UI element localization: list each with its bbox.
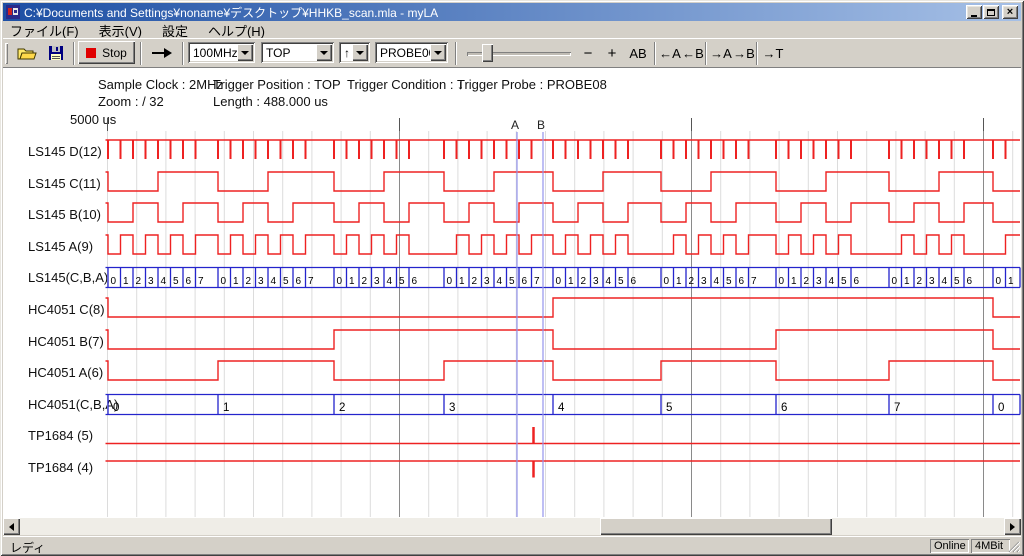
right-arrow-icon — [151, 47, 173, 59]
zoom-in-button[interactable]: + — [602, 42, 622, 64]
scrollbar-thumb[interactable] — [600, 518, 832, 535]
channel-label: HC4051(C,B,A) — [28, 397, 118, 412]
zoom-slider-thumb[interactable] — [482, 44, 493, 62]
channel-label: TP1684 (5) — [28, 428, 93, 443]
titlebar[interactable]: C:¥Documents and Settings¥noname¥デスクトップ¥… — [3, 3, 1021, 21]
menu-settings[interactable]: 設定 — [155, 21, 195, 40]
toolbar-separator — [73, 42, 75, 65]
set-cursor-a-button[interactable]: →A — [710, 42, 732, 64]
window-title: C:¥Documents and Settings¥noname¥デスクトップ¥… — [24, 4, 438, 21]
channel-label: HC4051 A(6) — [28, 365, 103, 380]
info-length: Length : 488.000 us — [213, 94, 328, 109]
channel-label: TP1684 (4) — [28, 460, 93, 475]
status-memory: 4MBit — [971, 539, 1010, 553]
zoom-ab-button[interactable]: AB — [625, 42, 651, 64]
close-button[interactable]: × — [1002, 5, 1018, 19]
time-per-div-label: 5000 us — [70, 112, 116, 127]
status-online: Online — [930, 539, 969, 553]
maximize-button[interactable] — [983, 5, 999, 19]
chevron-down-icon — [241, 51, 249, 55]
status-ready: レディ — [10, 539, 45, 556]
sample-rate-value: 100MHz — [193, 46, 238, 60]
goto-cursor-b-button[interactable]: ←B — [682, 42, 704, 64]
app-icon[interactable] — [6, 5, 20, 19]
info-sample-clock: Sample Clock : 2MHz — [98, 77, 223, 92]
stop-icon — [86, 48, 96, 58]
open-folder-icon — [17, 45, 37, 61]
toolbar-separator — [455, 42, 457, 65]
trigger-probe-dropdown-button[interactable] — [430, 44, 446, 61]
chevron-down-icon — [434, 51, 442, 55]
toolbar: Stop 100MHz TOP ↑ PROBE00 — [3, 38, 1021, 68]
stop-button[interactable]: Stop — [78, 41, 135, 64]
zoom-out-button[interactable]: − — [578, 42, 598, 64]
info-trigger-condition: Trigger Condition : ↓ — [347, 77, 464, 92]
trigger-edge-value: ↑ — [344, 46, 350, 60]
info-zoom: Zoom : / 32 — [98, 94, 164, 109]
toolbar-separator — [756, 42, 758, 65]
app-window: C:¥Documents and Settings¥noname¥デスクトップ¥… — [0, 0, 1024, 556]
trigger-position-dropdown-button[interactable] — [316, 44, 332, 61]
floppy-disk-icon — [48, 45, 64, 61]
trigger-edge-dropdown-button[interactable] — [352, 44, 368, 61]
info-trigger-probe: Trigger Probe : PROBE08 — [457, 77, 607, 92]
channel-label: LS145 B(10) — [28, 207, 101, 222]
goto-cursor-a-button[interactable]: ←A — [659, 42, 681, 64]
toolbar-grip[interactable] — [5, 43, 8, 64]
status-bar: レディ Online 4MBit — [3, 536, 1021, 554]
menu-file[interactable]: ファイル(F) — [3, 21, 86, 40]
toolbar-separator — [705, 42, 707, 65]
trigger-edge-combo[interactable]: ↑ — [339, 42, 370, 63]
waveform-view[interactable]: Sample Clock : 2MHz Trigger Position : T… — [3, 68, 1021, 518]
scroll-left-button[interactable] — [3, 518, 20, 535]
channel-label: LS145 A(9) — [28, 239, 93, 254]
trigger-position-value: TOP — [266, 46, 290, 60]
set-cursor-b-button[interactable]: →B — [733, 42, 755, 64]
channel-label: HC4051 C(8) — [28, 302, 105, 317]
channel-label: LS145 C(11) — [28, 176, 101, 191]
save-button[interactable] — [43, 41, 69, 64]
channel-label: LS145 D(12) — [28, 144, 102, 159]
sample-rate-dropdown-button[interactable] — [237, 44, 253, 61]
triangle-right-icon — [1010, 523, 1015, 531]
info-trigger-position: Trigger Position : TOP — [213, 77, 341, 92]
channel-label: LS145(C,B,A) — [28, 270, 108, 285]
horizontal-scrollbar[interactable] — [3, 518, 1021, 535]
menu-view[interactable]: 表示(V) — [92, 21, 149, 40]
minimize-icon — [971, 15, 977, 17]
maximize-icon — [987, 9, 995, 16]
chevron-down-icon — [356, 51, 364, 55]
menu-help[interactable]: ヘルプ(H) — [201, 21, 272, 40]
run-single-button[interactable] — [146, 41, 178, 64]
open-file-button[interactable] — [14, 41, 40, 64]
toolbar-separator — [182, 42, 184, 65]
triangle-left-icon — [9, 523, 14, 531]
stop-label: Stop — [102, 46, 127, 60]
toolbar-separator — [140, 42, 142, 65]
trigger-probe-value: PROBE00 — [380, 46, 435, 60]
channel-label: HC4051 B(7) — [28, 334, 104, 349]
close-icon: × — [1007, 7, 1013, 18]
goto-trigger-button[interactable]: →T — [762, 42, 784, 64]
resize-grip[interactable] — [1007, 540, 1020, 553]
chevron-down-icon — [320, 51, 328, 55]
sample-rate-combo[interactable]: 100MHz — [188, 42, 255, 63]
scroll-right-button[interactable] — [1004, 518, 1021, 535]
menu-bar: ファイル(F) 表示(V) 設定 ヘルプ(H) — [3, 22, 1021, 38]
toolbar-separator — [654, 42, 656, 65]
trigger-position-combo[interactable]: TOP — [261, 42, 334, 63]
minimize-button[interactable] — [966, 5, 982, 19]
trigger-probe-combo[interactable]: PROBE00 — [375, 42, 448, 63]
